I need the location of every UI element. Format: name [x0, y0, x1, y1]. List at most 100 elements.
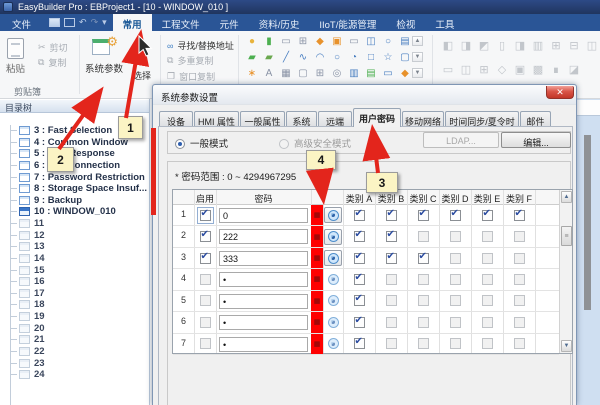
gallery-icon[interactable]: □ [364, 51, 378, 64]
category-checkbox[interactable] [482, 338, 493, 349]
gallery-icon[interactable]: ▤ [398, 35, 412, 48]
category-checkbox[interactable] [482, 210, 493, 221]
cut-button[interactable]: ✂剪切 [38, 41, 68, 54]
menu-tab[interactable]: 常用 [113, 14, 152, 31]
arrange-icon[interactable]: ◫ [585, 39, 599, 52]
dialog-tab[interactable]: 设备 [159, 111, 193, 127]
arrange-icon[interactable]: ◨ [513, 39, 527, 52]
scroll-down-icon[interactable]: ▼ [561, 340, 572, 352]
eye-icon[interactable] [328, 317, 339, 328]
tree-item[interactable]: 19 [0, 311, 45, 322]
category-checkbox[interactable] [482, 231, 493, 242]
category-checkbox[interactable] [450, 210, 461, 221]
dialog-tab[interactable]: 时间同步/夏令时 [445, 111, 519, 127]
arrange-icon[interactable]: ◇ [495, 63, 509, 76]
menu-tab[interactable]: IIoT/能源管理 [309, 14, 386, 31]
redo-icon[interactable]: ↷ [91, 18, 99, 27]
category-checkbox[interactable] [418, 231, 429, 242]
gallery-icon[interactable]: ● [245, 35, 259, 48]
edit-button[interactable]: 编辑... [501, 132, 571, 148]
gallery-icon[interactable]: ▣ [330, 35, 344, 48]
tree-item[interactable]: 23 [0, 358, 45, 369]
category-checkbox[interactable] [354, 317, 365, 328]
category-checkbox[interactable] [482, 253, 493, 264]
eye-icon[interactable] [328, 338, 339, 349]
dialog-tab[interactable]: 远端 [318, 111, 352, 127]
dialog-tab[interactable]: 邮件 [520, 111, 551, 127]
enable-checkbox[interactable] [200, 338, 211, 349]
password-input[interactable]: • [219, 272, 308, 287]
gallery-icon[interactable]: ⊞ [296, 35, 310, 48]
arrange-icon[interactable]: ⊞ [477, 63, 491, 76]
category-checkbox[interactable] [386, 295, 397, 306]
eye-icon[interactable] [328, 274, 339, 285]
menu-tab[interactable]: 检视 [386, 14, 425, 31]
gallery-icon[interactable]: ╱ [279, 51, 293, 64]
menu-tab[interactable]: 资料/历史 [249, 14, 310, 31]
save-icon[interactable] [49, 18, 60, 27]
enable-checkbox[interactable] [200, 231, 211, 242]
system-params-button[interactable]: ⚙ 系统参数 [85, 37, 123, 75]
gallery-icon[interactable]: ▤ [364, 67, 378, 80]
eye-icon[interactable] [328, 253, 339, 264]
tree-item[interactable]: 18 [0, 299, 45, 310]
arrange-icon[interactable]: ◧ [441, 39, 455, 52]
tree-item[interactable]: 22 [0, 346, 45, 357]
arrange-icon[interactable]: ⊟ [567, 39, 581, 52]
quick-access-dropdown-icon[interactable]: ▾ [102, 18, 107, 27]
gallery-icon[interactable]: ◆ [398, 67, 412, 80]
enable-checkbox[interactable] [200, 317, 211, 328]
tree-item[interactable]: 8 : Storage Space Insuf... [0, 183, 147, 194]
gallery-icon[interactable]: ▰ [245, 51, 259, 64]
eye-button[interactable] [324, 207, 342, 223]
paste-button[interactable]: 粘贴 [6, 38, 25, 75]
scroll-up-icon[interactable]: ▲ [561, 191, 572, 203]
tree-item[interactable]: 12 [0, 230, 45, 241]
multi-copy-button[interactable]: ⧉ 多重复制 [167, 54, 213, 67]
gallery-icon[interactable]: ▮ [262, 35, 276, 48]
arrange-icon[interactable]: ◫ [459, 63, 473, 76]
password-input[interactable]: • [219, 315, 308, 330]
select-button[interactable]: 选择 [133, 69, 151, 82]
dialog-tab[interactable]: HMI 属性 [194, 111, 239, 127]
category-checkbox[interactable] [514, 295, 525, 306]
arrange-icon[interactable]: ⊞ [549, 39, 563, 52]
gallery-icon[interactable]: ▭ [381, 67, 395, 80]
category-checkbox[interactable] [482, 317, 493, 328]
category-checkbox[interactable] [354, 210, 365, 221]
arrange-icon[interactable]: ▯ [495, 39, 509, 52]
category-checkbox[interactable] [514, 317, 525, 328]
arrange-icon[interactable]: ▣ [513, 63, 527, 76]
category-checkbox[interactable] [354, 231, 365, 242]
eye-icon[interactable] [328, 210, 339, 221]
category-checkbox[interactable] [514, 338, 525, 349]
scrollbar-thumb[interactable]: ≡ [561, 226, 572, 246]
password-input[interactable]: 333 [219, 251, 308, 266]
category-checkbox[interactable] [514, 210, 525, 221]
category-checkbox[interactable] [354, 274, 365, 285]
tree-item[interactable]: 10 : WINDOW_010 [0, 206, 116, 217]
gallery-icon[interactable]: ∿ [296, 51, 310, 64]
eye-button[interactable] [324, 229, 342, 245]
menu-tab[interactable]: 工具 [425, 14, 464, 31]
eye-button[interactable] [324, 250, 342, 266]
arrange-icon[interactable]: ▥ [531, 39, 545, 52]
advanced-mode-radio[interactable]: 高级安全模式 [279, 136, 351, 150]
category-checkbox[interactable] [450, 253, 461, 264]
category-checkbox[interactable] [354, 253, 365, 264]
category-checkbox[interactable] [418, 317, 429, 328]
tree-item[interactable]: 20 [0, 323, 45, 334]
gallery-icon[interactable]: ▢ [296, 67, 310, 80]
menu-tab[interactable]: 工程文件 [152, 14, 210, 31]
eye-icon[interactable] [328, 295, 339, 306]
category-checkbox[interactable] [514, 253, 525, 264]
arrange-icon[interactable]: ▭ [441, 63, 455, 76]
category-checkbox[interactable] [386, 253, 397, 264]
find-replace-button[interactable]: ∞ 寻找/替换地址 [167, 39, 234, 52]
arrange-icon[interactable]: ◩ [477, 39, 491, 52]
category-checkbox[interactable] [450, 295, 461, 306]
tree-item[interactable]: 24 [0, 369, 45, 380]
dialog-tab[interactable]: 移动网络 [402, 111, 444, 127]
ldap-button[interactable]: LDAP... [423, 132, 499, 148]
gallery-icon[interactable]: ▭ [279, 35, 293, 48]
